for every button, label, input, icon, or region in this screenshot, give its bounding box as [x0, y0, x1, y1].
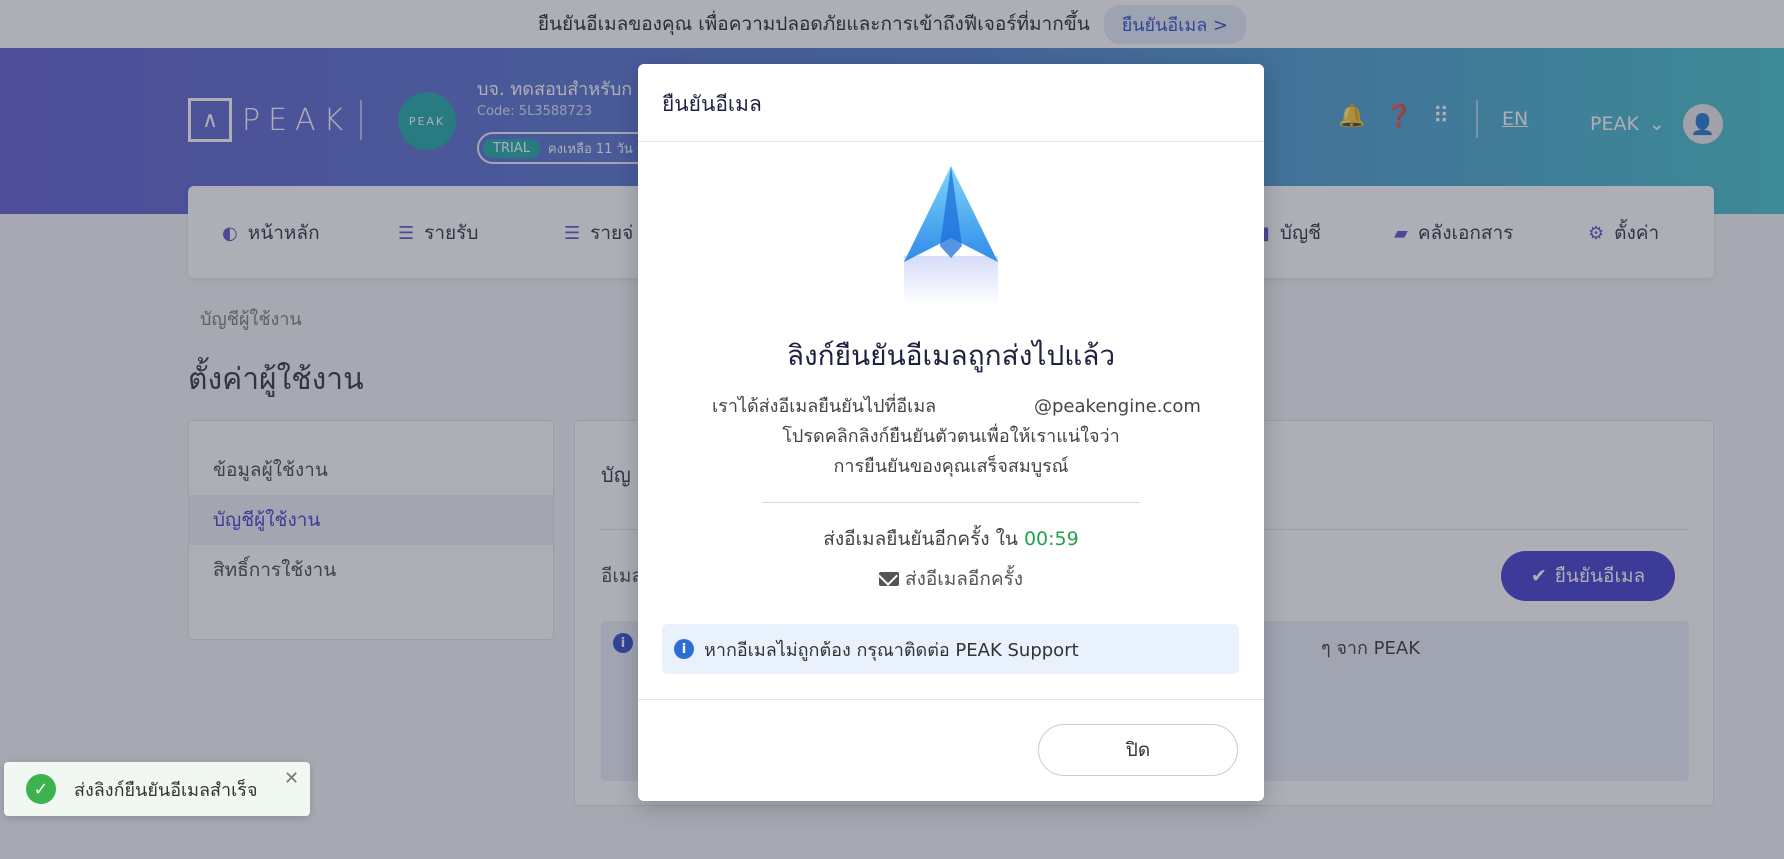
resend-link-label: ส่งอีเมลอีกครั้ง — [904, 568, 1024, 590]
resend-email-link[interactable]: ส่งอีเมลอีกครั้ง — [638, 564, 1264, 594]
toast-message: ส่งลิงก์ยืนยันอีเมลสำเร็จ — [74, 779, 258, 801]
dialog-title: ยืนยันอีเมล — [662, 92, 762, 116]
info-icon: i — [674, 639, 694, 659]
email-domain: @peakengine.com — [1034, 396, 1201, 417]
close-icon[interactable]: ✕ — [284, 768, 299, 789]
dialog-heading: ลิงก์ยืนยันอีเมลถูกส่งไปแล้ว — [786, 339, 1116, 372]
dialog-info-box: i หากอีเมลไม่ถูกต้อง กรุณาติดต่อ PEAK Su… — [662, 624, 1239, 674]
resend-prefix: ส่งอีเมลยืนยันอีกครั้ง ใน — [823, 528, 1018, 550]
envelope-icon — [878, 572, 899, 586]
dialog-info-text: หากอีเมลไม่ถูกต้อง กรุณาติดต่อ PEAK Supp… — [704, 639, 1079, 661]
dialog-message-line3: การยืนยันของคุณเสร็จสมบูรณ์ — [833, 456, 1069, 477]
resend-timer: ส่งอีเมลยืนยันอีกครั้ง ใน 00:59 — [638, 524, 1264, 554]
dialog-divider — [762, 502, 1140, 503]
countdown: 00:59 — [1023, 528, 1079, 550]
dialog-footer-divider — [638, 699, 1264, 700]
close-button[interactable]: ปิด — [1038, 724, 1238, 776]
verify-email-dialog: ยืนยันอีเมล ลิงก์ยืนยันอีเมลถูกส่งไปแล้ว… — [638, 64, 1264, 801]
message-line1-text: เราได้ส่งอีเมลยืนยันไปที่อีเมล — [712, 396, 937, 417]
dialog-header: ยืนยันอีเมล — [638, 64, 1264, 142]
check-circle-icon: ✓ — [26, 774, 56, 804]
paper-plane-icon — [904, 166, 998, 306]
success-toast: ✓ ส่งลิงก์ยืนยันอีเมลสำเร็จ ✕ — [4, 762, 310, 816]
dialog-message-line2: โปรดคลิกลิงก์ยืนยันตัวตนเพื่อให้เราแน่ใจ… — [782, 426, 1120, 447]
